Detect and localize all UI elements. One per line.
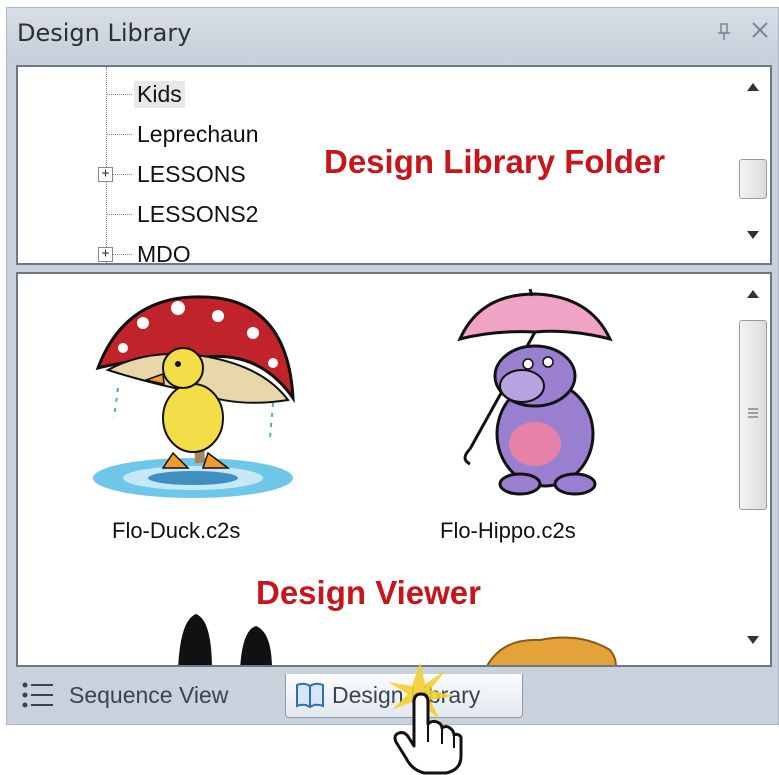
- close-icon[interactable]: [747, 18, 773, 46]
- folder-tree: Kids Leprechaun + LESSONS LESSONS2 + MDO…: [18, 67, 738, 263]
- scroll-up-icon[interactable]: [744, 81, 762, 99]
- scroll-up-icon[interactable]: [744, 288, 762, 306]
- expand-plus-icon[interactable]: +: [98, 167, 113, 182]
- list-icon: [21, 680, 55, 716]
- scroll-down-icon[interactable]: [744, 634, 762, 652]
- viewer-scroll-thumb[interactable]: [739, 320, 767, 510]
- next-design-thumbnail-2[interactable]: [480, 630, 620, 667]
- folder-annotation-label: Design Library Folder: [324, 143, 666, 180]
- flo-hippo-thumbnail[interactable]: [450, 284, 620, 509]
- design-library-folder-pane: Kids Leprechaun + LESSONS LESSONS2 + MDO…: [16, 65, 772, 265]
- folder-scroll-thumb[interactable]: [739, 159, 767, 199]
- next-design-thumbnail[interactable]: [168, 610, 288, 667]
- panel-titlebar: Design Library: [7, 8, 778, 58]
- panel-title: Design Library: [17, 19, 192, 47]
- grip-icon: [748, 407, 758, 419]
- scroll-down-icon[interactable]: [744, 229, 762, 247]
- book-icon: [294, 680, 326, 716]
- hand-cursor-icon: [388, 662, 463, 775]
- tree-item-label: Leprechaun: [137, 121, 259, 147]
- design-viewer-pane: Flo-Duck.c2s Flo-Hippo.c2s Design Viewer: [16, 272, 772, 667]
- tab-label: Sequence View: [69, 682, 229, 708]
- tree-connector-line: [106, 67, 107, 263]
- thumbnail-label-flo-duck[interactable]: Flo-Duck.c2s: [112, 518, 240, 544]
- thumbnail-label-flo-hippo[interactable]: Flo-Hippo.c2s: [440, 518, 576, 544]
- expand-plus-icon[interactable]: +: [98, 247, 113, 262]
- pin-icon[interactable]: [715, 22, 733, 44]
- flo-duck-thumbnail[interactable]: [88, 288, 298, 503]
- tree-item-label: LESSONS2: [137, 201, 259, 227]
- tree-item-label: Kids: [134, 81, 185, 108]
- design-library-panel: Design Library Kids Leprechaun + LESSONS: [6, 7, 779, 725]
- tree-item-label: MDO: [137, 241, 191, 263]
- viewer-annotation-label: Design Viewer: [256, 574, 481, 611]
- tree-item-label: LESSONS: [137, 161, 246, 187]
- folder-scrollbar[interactable]: [736, 67, 770, 263]
- tab-sequence-view[interactable]: Sequence View: [21, 674, 277, 718]
- viewer-scrollbar[interactable]: [736, 274, 770, 665]
